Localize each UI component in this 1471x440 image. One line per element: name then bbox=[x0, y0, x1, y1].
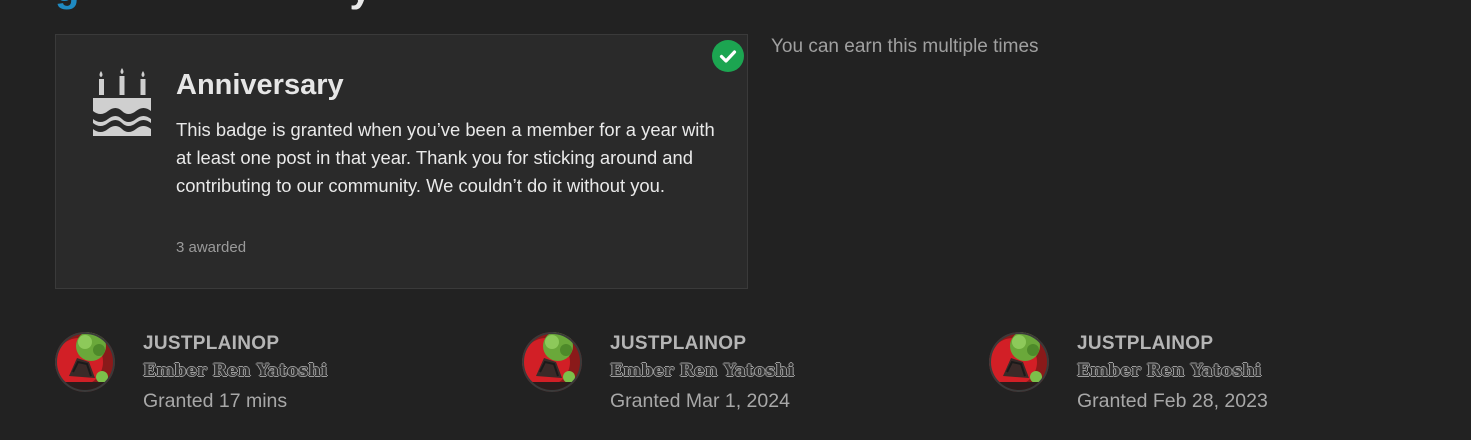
avatar[interactable] bbox=[55, 332, 115, 392]
birthday-cake-icon bbox=[93, 68, 151, 136]
granted-date[interactable]: Granted Mar 1, 2024 bbox=[610, 390, 790, 413]
grantee-card: JUSTPLAINOP Ember Ren Yatoshi Granted Ma… bbox=[522, 332, 942, 422]
granted-date[interactable]: Granted Feb 28, 2023 bbox=[1077, 390, 1268, 413]
user-title: Ember Ren Yatoshi bbox=[610, 361, 795, 381]
grantee-card: JUSTPLAINOP Ember Ren Yatoshi Granted 17… bbox=[55, 332, 475, 422]
page-title-start: g bbox=[55, 0, 79, 10]
badge-description: This badge is granted when you’ve been a… bbox=[176, 119, 715, 196]
granted-date[interactable]: Granted 17 mins bbox=[143, 390, 287, 413]
grantee-card: JUSTPLAINOP Ember Ren Yatoshi Granted Fe… bbox=[989, 332, 1409, 422]
username-link[interactable]: JUSTPLAINOP bbox=[610, 333, 746, 355]
avatar[interactable] bbox=[989, 332, 1049, 392]
avatar[interactable] bbox=[522, 332, 582, 392]
username-link[interactable]: JUSTPLAINOP bbox=[143, 333, 279, 355]
earn-multiple-note: You can earn this multiple times bbox=[771, 36, 1039, 57]
page-title: gy bbox=[55, 0, 372, 12]
username-link[interactable]: JUSTPLAINOP bbox=[1077, 333, 1213, 355]
page-title-end: y bbox=[349, 0, 371, 10]
badge-card: Anniversary This badge is granted when y… bbox=[55, 34, 748, 289]
user-title: Ember Ren Yatoshi bbox=[1077, 361, 1262, 381]
badge-name[interactable]: Anniversary bbox=[176, 69, 344, 102]
awarded-count: 3 awarded bbox=[176, 239, 247, 256]
check-circle-icon bbox=[712, 40, 744, 72]
user-title: Ember Ren Yatoshi bbox=[143, 361, 328, 381]
